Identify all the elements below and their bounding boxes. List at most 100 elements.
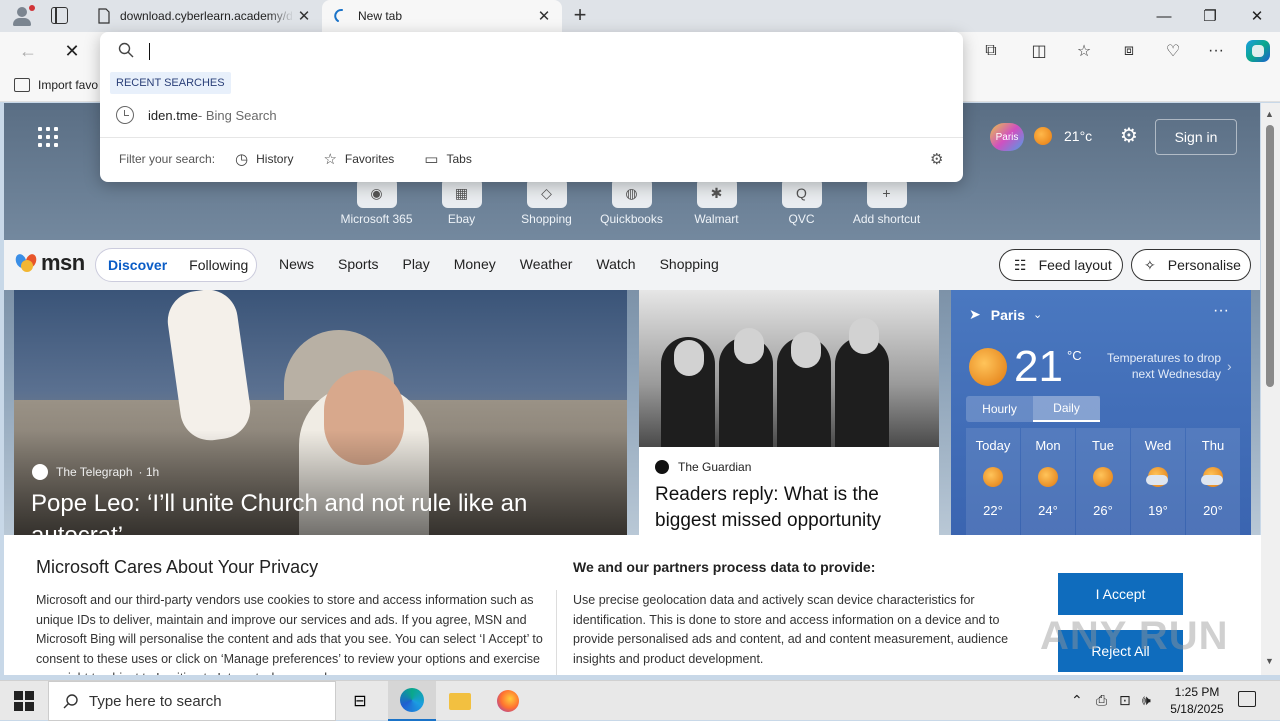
day-name: Mon [1035, 438, 1061, 453]
suggestion-row[interactable]: iden.tme - Bing Search [100, 100, 963, 130]
hero-news-card[interactable]: The Telegraph · 1h Pope Leo: ‘I’ll unite… [14, 290, 627, 535]
filter-tabs-label: Tabs [446, 152, 472, 166]
tab-discover[interactable]: Discover [108, 257, 167, 273]
scroll-up-icon[interactable]: ▲ [1265, 109, 1274, 119]
nav-watch[interactable]: Watch [596, 256, 635, 272]
tab-download[interactable]: download.cyberlearn.academy/d ✕ [84, 0, 322, 32]
scrollbar-thumb[interactable] [1266, 125, 1274, 387]
address-input[interactable] [146, 38, 926, 64]
volume-icon[interactable]: 🕪 [1142, 692, 1151, 709]
forecast-day[interactable]: Wed 19° [1131, 428, 1185, 535]
sun-icon [983, 467, 1003, 487]
scroll-down-icon[interactable]: ▼ [1265, 656, 1274, 666]
article-photo [639, 290, 939, 447]
shortcut-item[interactable]: ✱ Walmart [674, 178, 759, 226]
filter-tabs[interactable]: ▭ Tabs [424, 150, 472, 168]
taskbar-search[interactable]: Type here to search [48, 681, 336, 721]
shortcut-item[interactable]: ◇ Shopping [504, 178, 589, 226]
stop-loading-button[interactable]: ✕ [58, 38, 86, 64]
shortcut-icon: ◇ [526, 178, 567, 208]
page-scrollbar[interactable]: ▲ ▼ [1261, 103, 1280, 675]
browser-essentials-icon[interactable]: ♡ [1161, 39, 1185, 63]
device-icon[interactable]: ⎙ [1096, 692, 1107, 709]
shortcut-item[interactable]: ◉ Microsoft 365 [334, 178, 419, 226]
split-screen-icon[interactable]: ◫ [1027, 39, 1051, 63]
divider [100, 137, 963, 138]
search-settings-icon[interactable]: ⚙ [930, 150, 943, 168]
tab-daily[interactable]: Daily [1033, 396, 1100, 422]
location-arrow-icon: ➤ [969, 306, 981, 322]
shortcut-label: Quickbooks [600, 212, 663, 226]
collections-icon[interactable]: ⧈ [1117, 39, 1141, 63]
settings-more-icon[interactable]: ··· [1204, 39, 1228, 63]
tab-following[interactable]: Following [189, 257, 248, 273]
more-options-icon[interactable]: ··· [1213, 302, 1229, 320]
sign-in-button[interactable]: Sign in [1155, 119, 1237, 155]
network-icon[interactable]: ⊡ [1119, 692, 1131, 709]
favorites-star-icon[interactable]: ☆ [1072, 39, 1096, 63]
shortcut-icon: ▦ [441, 178, 482, 208]
msn-logo[interactable]: msn [13, 250, 85, 276]
chevron-right-icon[interactable]: › [1227, 358, 1232, 374]
chevron-up-icon[interactable]: ⌃ [1071, 692, 1083, 709]
partners-title: We and our partners process data to prov… [573, 559, 876, 575]
weather-location[interactable]: ➤ Paris ⌄ [969, 306, 1042, 323]
nav-shopping[interactable]: Shopping [660, 256, 719, 272]
system-clock[interactable]: 1:25 PM 5/18/2025 [1162, 684, 1232, 718]
nav-sports[interactable]: Sports [338, 256, 378, 272]
close-window-button[interactable]: ✕ [1234, 0, 1280, 32]
telegraph-logo-icon [32, 464, 48, 480]
news-card[interactable]: The Guardian Readers reply: What is the … [639, 290, 939, 535]
partly-cloudy-icon [1201, 467, 1223, 487]
filter-favorites[interactable]: ☆ Favorites [323, 150, 394, 168]
import-favorites-link[interactable]: Import favo [14, 78, 98, 92]
clock-time: 1:25 PM [1174, 685, 1220, 699]
forecast-day[interactable]: Mon 24° [1021, 428, 1075, 535]
personalise-label: Personalise [1167, 257, 1241, 273]
nav-news[interactable]: News [279, 256, 314, 272]
notifications-icon[interactable] [1238, 691, 1256, 707]
nav-money[interactable]: Money [454, 256, 496, 272]
tab-hourly[interactable]: Hourly [966, 396, 1033, 422]
file-explorer-icon[interactable] [436, 681, 484, 721]
personalise-button[interactable]: ✧ Personalise [1131, 249, 1251, 281]
tab-actions-icon[interactable] [51, 7, 68, 24]
shortcut-label: Shopping [521, 212, 572, 226]
filter-history[interactable]: ◷ History [235, 150, 293, 168]
shortcut-item[interactable]: + Add shortcut [844, 178, 929, 226]
windows-start-icon[interactable] [14, 691, 34, 711]
tab-new-tab[interactable]: New tab ✕ [322, 0, 562, 32]
edge-taskbar-icon[interactable] [388, 681, 436, 721]
rewards-badge[interactable]: Paris [990, 123, 1024, 151]
filter-favorites-label: Favorites [344, 152, 395, 166]
weather-card[interactable]: ➤ Paris ⌄ ··· 21 °C Temperatures to drop… [951, 290, 1251, 535]
back-button[interactable]: ← [14, 38, 42, 64]
extensions-icon[interactable]: ⧉ [979, 39, 1003, 63]
nav-weather[interactable]: Weather [520, 256, 573, 272]
hero-headline: Pope Leo: ‘I’ll unite Church and not rul… [31, 490, 528, 535]
nav-play[interactable]: Play [402, 256, 429, 272]
feed-layout-button[interactable]: ☷ Feed layout [999, 249, 1123, 281]
copilot-icon[interactable] [1246, 40, 1270, 62]
minimize-button[interactable]: — [1141, 0, 1187, 32]
shortcut-item[interactable]: ◍ Quickbooks [589, 178, 674, 226]
forecast-day[interactable]: Tue 26° [1076, 428, 1130, 535]
shortcut-item[interactable]: ▦ Ebay [419, 178, 504, 226]
restore-button[interactable]: ❐ [1187, 0, 1233, 32]
forecast-day[interactable]: Thu 20° [1186, 428, 1240, 535]
app-launcher-icon[interactable] [38, 127, 58, 147]
day-name: Wed [1144, 438, 1172, 453]
weather-temp-small[interactable]: 21°c [1064, 128, 1092, 144]
new-tab-button[interactable]: + [569, 4, 591, 28]
close-tab-icon[interactable]: ✕ [534, 6, 554, 26]
shortcut-item[interactable]: Q QVC [759, 178, 844, 226]
forecast-day[interactable]: Today 22° [966, 428, 1020, 535]
shortcut-icon: Q [781, 178, 822, 208]
task-view-icon[interactable]: ⊟ [336, 681, 384, 721]
firefox-icon[interactable] [484, 681, 532, 721]
page-settings-icon[interactable]: ⚙ [1118, 125, 1140, 147]
profile-button[interactable] [10, 4, 36, 28]
close-tab-icon[interactable]: ✕ [294, 6, 314, 26]
article-headline: Readers reply: What is the biggest misse… [655, 484, 882, 531]
weather-note[interactable]: Temperatures to drop next Wednesday [1101, 350, 1221, 382]
